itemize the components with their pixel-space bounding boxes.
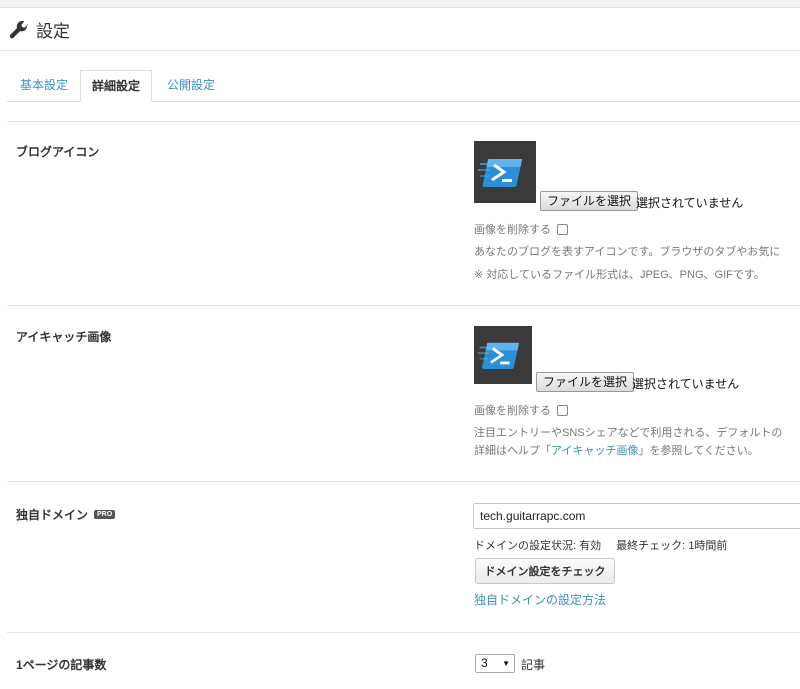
per-page-label: 1ページの記事数 (16, 658, 107, 672)
eyecatch-file-button[interactable]: ファイルを選択 (536, 372, 635, 392)
domain-input[interactable] (473, 503, 800, 529)
eyecatch-help-line: 詳細はヘルプ「アイキャッチ画像」を参照してください。 (474, 442, 759, 458)
per-page-select[interactable]: 3 ▼ (475, 654, 515, 673)
tab-basic-settings[interactable]: 基本設定 (20, 70, 68, 102)
powershell-icon (478, 159, 523, 187)
eyecatch-delete-label: 画像を削除する (474, 405, 551, 417)
section-divider (7, 305, 800, 306)
blog-icon-file-button[interactable]: ファイルを選択 (540, 191, 639, 211)
domain-label-row: 独自ドメイン PRO (16, 506, 116, 523)
tab-advanced-settings[interactable]: 詳細設定 (80, 70, 152, 102)
eyecatch-delete-checkbox[interactable] (557, 404, 568, 416)
domain-status-value: 有効 (579, 540, 602, 552)
domain-label: 独自ドメイン (16, 508, 89, 522)
per-page-unit: 記事 (521, 658, 546, 672)
blog-icon-file-status: 選択されていません (636, 196, 744, 210)
blog-icon-help-text: あなたのブログを表すアイコンです。ブラウザのタブやお気に (474, 246, 781, 258)
blog-icon-preview (474, 141, 536, 203)
last-check-label: 最終チェック: (616, 540, 686, 552)
domain-help-link[interactable]: 独自ドメインの設定方法 (474, 591, 606, 608)
blog-icon-delete-row: 画像を削除する (474, 221, 568, 237)
section-divider (7, 481, 800, 482)
eyecatch-help-link[interactable]: アイキャッチ画像 (551, 445, 638, 457)
eyecatch-help-text: 注目エントリーやSNSシェアなどで利用される、デフォルトの (474, 427, 783, 439)
section-divider (7, 121, 800, 122)
last-check-value: 1時間前 (688, 540, 728, 552)
blog-icon-format-note: ※ 対応しているファイル形式は、JPEG、PNG、GIFです。 (474, 269, 765, 281)
eyecatch-help-suffix: 」を参照してください。 (638, 445, 759, 457)
check-domain-button[interactable]: ドメイン設定をチェック (475, 558, 615, 584)
eyecatch-file-status: 選択されていません (632, 377, 740, 391)
powershell-icon (477, 342, 520, 370)
domain-status-label: ドメインの設定状況: (474, 540, 577, 552)
pro-badge: PRO (94, 510, 116, 520)
top-strip (0, 0, 800, 8)
blog-icon-delete-label: 画像を削除する (474, 224, 551, 236)
blog-icon-delete-checkbox[interactable] (557, 223, 568, 235)
blog-icon-label: ブログアイコン (16, 145, 100, 159)
eyecatch-help-prefix: 詳細はヘルプ「 (474, 445, 551, 457)
eyecatch-preview (474, 326, 532, 384)
page-header: 設定 (0, 9, 800, 51)
eyecatch-delete-row: 画像を削除する (474, 402, 568, 418)
tab-public-settings[interactable]: 公開設定 (167, 70, 215, 102)
wrench-icon (9, 20, 28, 38)
per-page-selected: 3 (481, 656, 488, 670)
chevron-down-icon: ▼ (502, 659, 510, 668)
section-divider (7, 632, 800, 633)
tab-bar: 基本設定 詳細設定 公開設定 (7, 70, 800, 102)
domain-status: ドメインの設定状況: 有効 最終チェック: 1時間前 (474, 537, 727, 553)
page-title: 設定 (36, 22, 70, 41)
eyecatch-label: アイキャッチ画像 (16, 330, 112, 344)
